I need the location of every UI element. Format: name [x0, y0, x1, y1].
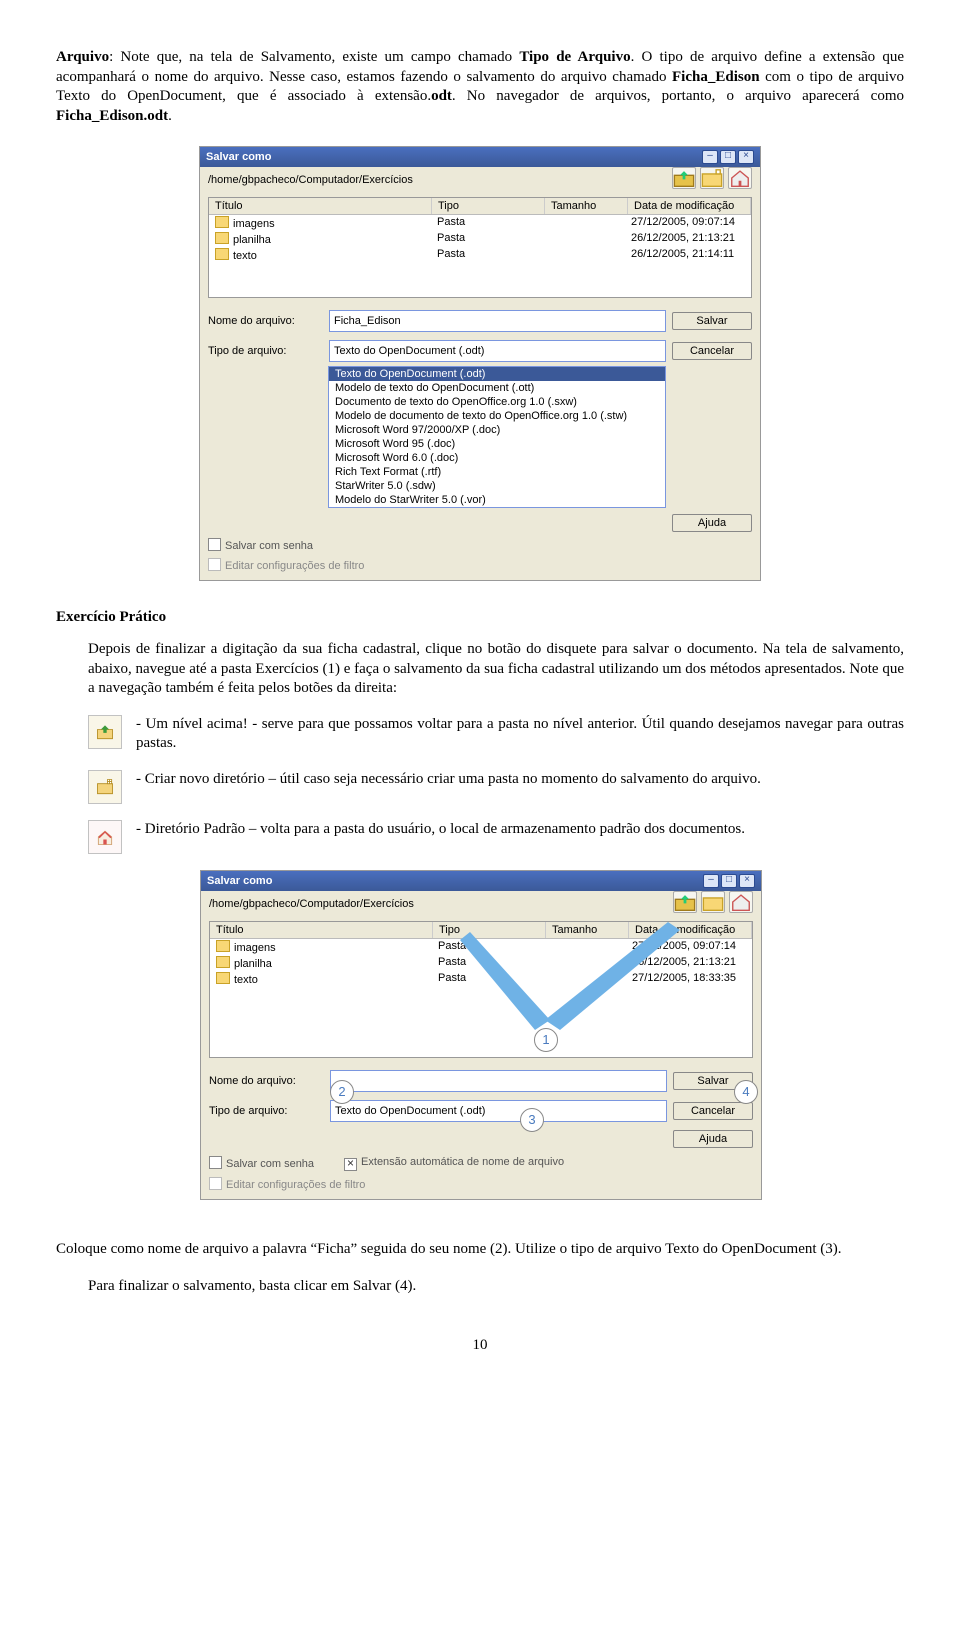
- paragraph-intro: Arquivo: Note que, na tela de Salvamento…: [56, 48, 904, 126]
- close-icon[interactable]: ×: [738, 150, 754, 164]
- paragraph-name-instr: Coloque como nome de arquivo a palavra “…: [56, 1240, 904, 1260]
- list-item[interactable]: planilha Pasta 26/12/2005, 21:13:21: [210, 955, 752, 971]
- home-description: - Diretório Padrão – volta para a pasta …: [136, 820, 904, 840]
- paragraph-exercise: Depois de finalizar a digitação da sua f…: [88, 640, 904, 699]
- dropdown-option[interactable]: Microsoft Word 6.0 (.doc): [329, 451, 665, 465]
- dropdown-option[interactable]: Documento de texto do OpenOffice.org 1.0…: [329, 395, 665, 409]
- em-arquivo: Arquivo: [56, 49, 109, 65]
- new-folder-icon[interactable]: [701, 891, 725, 913]
- folder-icon: [215, 232, 229, 244]
- dialog-titlebar: Salvar como – □ ×: [200, 147, 760, 167]
- col-size[interactable]: Tamanho: [545, 198, 628, 214]
- level-up-icon[interactable]: [672, 167, 696, 189]
- help-button[interactable]: Ajuda: [672, 514, 752, 532]
- filename-label: Nome do arquivo:: [208, 315, 323, 327]
- level-up-icon[interactable]: [673, 891, 697, 913]
- dialog-title: Salvar como: [206, 151, 271, 163]
- cancel-button[interactable]: Cancelar: [673, 1102, 753, 1120]
- list-item[interactable]: planilha Pasta 26/12/2005, 21:13:21: [209, 231, 751, 247]
- col-title[interactable]: Título: [209, 198, 432, 214]
- save-password-checkbox[interactable]: Salvar com senha: [209, 1156, 314, 1171]
- new-folder-icon: [88, 770, 122, 804]
- callout-2: 2: [330, 1080, 354, 1104]
- folder-icon: [216, 956, 230, 968]
- col-size[interactable]: Tamanho: [546, 922, 629, 938]
- save-dialog-1: Salvar como – □ × /home/gbpacheco/Comput…: [199, 146, 761, 581]
- folder-icon: [215, 248, 229, 260]
- col-title[interactable]: Título: [210, 922, 433, 938]
- dropdown-option[interactable]: StarWriter 5.0 (.sdw): [329, 479, 665, 493]
- help-button[interactable]: Ajuda: [673, 1130, 753, 1148]
- dropdown-option[interactable]: Modelo de texto do OpenDocument (.ott): [329, 381, 665, 395]
- minimize-icon[interactable]: –: [703, 874, 719, 888]
- list-item[interactable]: texto Pasta 27/12/2005, 18:33:35: [210, 971, 752, 987]
- home-icon: [88, 820, 122, 854]
- maximize-icon[interactable]: □: [720, 150, 736, 164]
- folder-icon: [216, 940, 230, 952]
- file-list[interactable]: Título Tipo Tamanho Data de modificação …: [209, 921, 753, 1058]
- new-folder-icon[interactable]: [700, 167, 724, 189]
- dropdown-option[interactable]: Texto do OpenDocument (.odt): [329, 367, 665, 381]
- col-date[interactable]: Data de modificação: [629, 922, 752, 938]
- dialog-title: Salvar como: [207, 875, 272, 887]
- filename-label: Nome do arquivo:: [209, 1075, 324, 1087]
- level-up-icon: [88, 715, 122, 749]
- filetype-dropdown-list[interactable]: Texto do OpenDocument (.odt) Modelo de t…: [328, 366, 666, 508]
- dropdown-option[interactable]: Modelo de documento de texto do OpenOffi…: [329, 409, 665, 423]
- filetype-select[interactable]: Texto do OpenDocument (.odt): [329, 340, 666, 362]
- folder-icon: [215, 216, 229, 228]
- new-folder-description: - Criar novo diretório – útil caso seja …: [136, 770, 904, 790]
- callout-1: 1: [534, 1028, 558, 1052]
- list-item[interactable]: imagens Pasta 27/12/2005, 09:07:14: [209, 215, 751, 231]
- dropdown-option[interactable]: Microsoft Word 95 (.doc): [329, 437, 665, 451]
- cancel-button[interactable]: Cancelar: [672, 342, 752, 360]
- file-list[interactable]: Título Tipo Tamanho Data de modificação …: [208, 197, 752, 298]
- dropdown-option[interactable]: Rich Text Format (.rtf): [329, 465, 665, 479]
- auto-ext-checkbox[interactable]: Extensão automática de nome de arquivo: [344, 1156, 564, 1171]
- dropdown-option[interactable]: Microsoft Word 97/2000/XP (.doc): [329, 423, 665, 437]
- page-number: 10: [56, 1337, 904, 1354]
- window-buttons: – □ ×: [702, 150, 754, 164]
- path-field: /home/gbpacheco/Computador/Exercícios: [201, 894, 422, 914]
- close-icon[interactable]: ×: [739, 874, 755, 888]
- filetype-label: Tipo de arquivo:: [208, 345, 323, 357]
- home-icon[interactable]: [728, 167, 752, 189]
- section-title: Exercício Prático: [56, 609, 904, 626]
- path-field: /home/gbpacheco/Computador/Exercícios: [200, 170, 421, 190]
- filename-input[interactable]: Ficha_Edison: [329, 310, 666, 332]
- dropdown-option[interactable]: Modelo do StarWriter 5.0 (.vor): [329, 493, 665, 507]
- edit-filter-checkbox: Editar configurações de filtro: [208, 558, 364, 572]
- list-item[interactable]: texto Pasta 26/12/2005, 21:14:11: [209, 247, 751, 263]
- edit-filter-checkbox: Editar configurações de filtro: [209, 1177, 365, 1191]
- filename-input[interactable]: [330, 1070, 667, 1092]
- save-button[interactable]: Salvar: [672, 312, 752, 330]
- window-buttons: – □ ×: [703, 874, 755, 888]
- callout-4: 4: [734, 1080, 758, 1104]
- minimize-icon[interactable]: –: [702, 150, 718, 164]
- list-item[interactable]: imagens Pasta 27/12/2005, 09:07:14: [210, 939, 752, 955]
- filetype-select[interactable]: Texto do OpenDocument (.odt): [330, 1100, 667, 1122]
- save-dialog-2: Salvar como – □ × /home/gbpacheco/Comput…: [200, 870, 762, 1200]
- level-up-description: - Um nível acima! - serve para que possa…: [136, 715, 904, 754]
- paragraph-save-instr: Para finalizar o salvamento, basta clica…: [88, 1277, 904, 1297]
- save-password-checkbox[interactable]: Salvar com senha: [208, 538, 313, 552]
- home-icon[interactable]: [729, 891, 753, 913]
- col-type[interactable]: Tipo: [432, 198, 545, 214]
- callout-3: 3: [520, 1108, 544, 1132]
- filetype-label: Tipo de arquivo:: [209, 1105, 324, 1117]
- folder-icon: [216, 972, 230, 984]
- maximize-icon[interactable]: □: [721, 874, 737, 888]
- col-date[interactable]: Data de modificação: [628, 198, 751, 214]
- col-type[interactable]: Tipo: [433, 922, 546, 938]
- dialog-titlebar: Salvar como – □ ×: [201, 871, 761, 891]
